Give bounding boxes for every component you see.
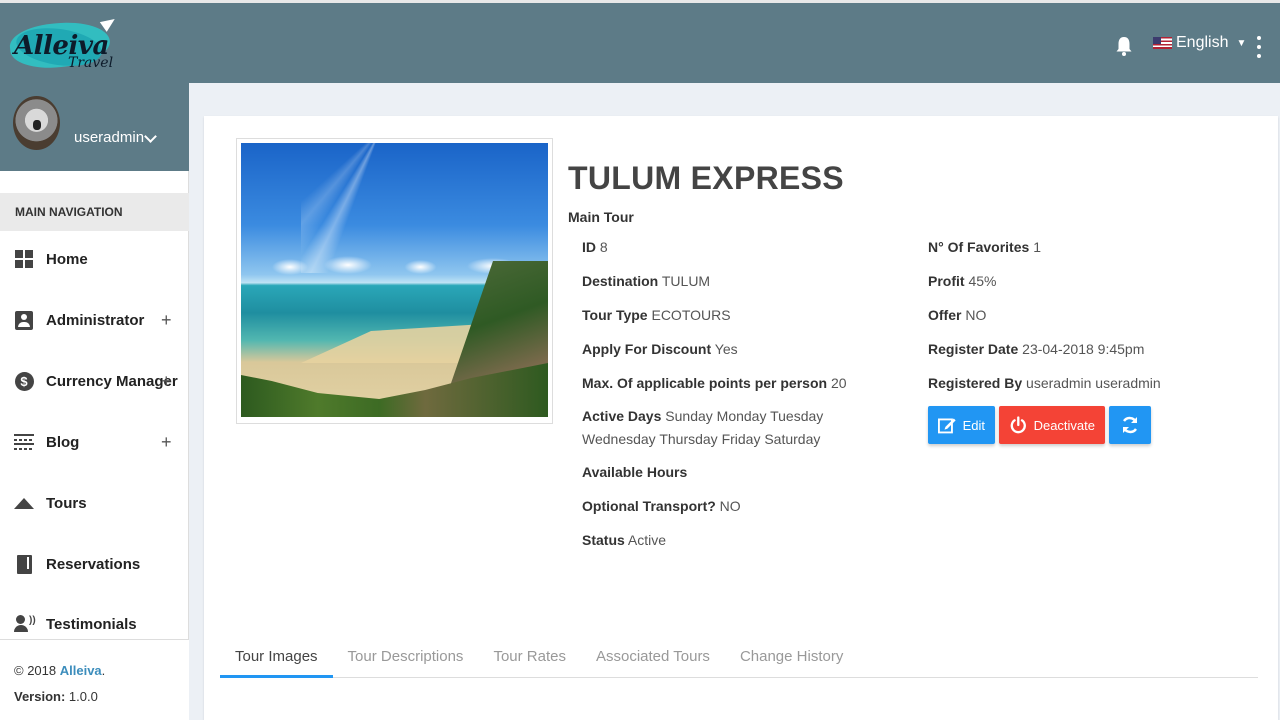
field-destination: Destination TULUM bbox=[582, 273, 711, 289]
tab-change-history[interactable]: Change History bbox=[725, 636, 858, 678]
version-label: Version: bbox=[14, 689, 66, 704]
testimonials-icon: )) bbox=[14, 614, 36, 634]
caret-down-icon: ▼ bbox=[1236, 37, 1247, 49]
tab-tour-rates[interactable]: Tour Rates bbox=[478, 636, 581, 678]
refresh-icon bbox=[1122, 416, 1138, 434]
field-max-points: Max. Of applicable points per person 20 bbox=[582, 375, 847, 391]
language-selector[interactable]: English ▼ bbox=[1153, 34, 1246, 52]
bell-icon[interactable] bbox=[1115, 36, 1133, 56]
field-offer: Offer NO bbox=[928, 307, 987, 323]
action-buttons: Edit Deactivate bbox=[928, 406, 1151, 444]
chevron-down-icon[interactable] bbox=[144, 130, 157, 143]
tour-photo bbox=[241, 143, 548, 417]
field-profit: Profit 45% bbox=[928, 273, 997, 289]
field-id: ID 8 bbox=[582, 239, 608, 255]
copyright-dot: . bbox=[101, 663, 106, 678]
tour-title: TULUM EXPRESS bbox=[568, 160, 844, 196]
sidebar-item-reservations[interactable]: Reservations bbox=[0, 544, 189, 584]
edit-icon bbox=[938, 418, 956, 434]
sidebar-item-label: Home bbox=[46, 250, 88, 268]
sidebar-item-testimonials[interactable]: )) Testimonials bbox=[0, 604, 189, 644]
admin-icon bbox=[14, 310, 34, 330]
field-available-hours: Available Hours bbox=[582, 464, 688, 480]
power-icon bbox=[1010, 416, 1026, 434]
currency-icon: $ bbox=[14, 371, 34, 391]
reservations-icon bbox=[14, 554, 34, 574]
tour-detail-card: TULUM EXPRESS Main Tour ID 8 Destination… bbox=[204, 116, 1278, 720]
tour-subtitle: Main Tour bbox=[568, 209, 634, 225]
sidebar-item-blog[interactable]: Blog + bbox=[0, 422, 189, 462]
tab-tour-descriptions[interactable]: Tour Descriptions bbox=[333, 636, 479, 678]
sidebar-item-administrator[interactable]: Administrator + bbox=[0, 300, 189, 340]
deactivate-button[interactable]: Deactivate bbox=[999, 406, 1105, 444]
field-status: Status Active bbox=[582, 532, 667, 548]
version-line: Version: 1.0.0 bbox=[14, 684, 175, 710]
sidebar-footer: © 2018 Alleiva. Version: 1.0.0 bbox=[0, 639, 189, 720]
field-registered-by: Registered By useradmin useradmin bbox=[928, 375, 1161, 391]
copyright-text: © 2018 bbox=[14, 663, 57, 678]
edit-label: Edit bbox=[962, 417, 985, 433]
field-register-date: Register Date 23-04-2018 9:45pm bbox=[928, 341, 1145, 357]
username: useradmin bbox=[74, 129, 145, 146]
home-icon bbox=[14, 249, 34, 269]
tab-associated-tours[interactable]: Associated Tours bbox=[581, 636, 725, 678]
user-panel[interactable]: useradmin bbox=[0, 83, 189, 171]
expand-plus-icon[interactable]: + bbox=[161, 432, 172, 453]
logo-sub: Travel bbox=[68, 55, 114, 71]
copyright-line: © 2018 Alleiva. bbox=[14, 658, 175, 684]
more-vert-icon[interactable] bbox=[1255, 36, 1263, 58]
refresh-button[interactable] bbox=[1109, 406, 1151, 444]
sidebar-item-label: Tours bbox=[46, 494, 87, 512]
sidebar-item-label: Reservations bbox=[46, 555, 141, 573]
deactivate-label: Deactivate bbox=[1033, 417, 1095, 433]
blog-icon bbox=[14, 432, 34, 452]
field-apply-discount: Apply For Discount Yes bbox=[582, 341, 738, 357]
field-tour-type: Tour Type ECOTOURS bbox=[582, 307, 731, 323]
sidebar-item-label: Administrator bbox=[46, 311, 145, 329]
sidebar-item-label: Blog bbox=[46, 433, 80, 451]
field-optional-transport: Optional Transport? NO bbox=[582, 498, 741, 514]
sidebar-item-home[interactable]: Home bbox=[0, 239, 189, 279]
tours-icon bbox=[14, 493, 34, 513]
sidebar: useradmin MAIN NAVIGATION Home Administr… bbox=[0, 83, 189, 720]
tour-photo-frame bbox=[236, 138, 553, 424]
expand-plus-icon[interactable]: + bbox=[161, 371, 172, 392]
top-header: Alleiva Travel English ▼ bbox=[0, 0, 1280, 83]
us-flag-icon bbox=[1153, 37, 1172, 49]
field-active-days: Active Days Sunday Monday Tuesday Wednes… bbox=[582, 408, 824, 447]
sidebar-item-label: Testimonials bbox=[46, 615, 137, 633]
version-value: 1.0.0 bbox=[68, 689, 98, 704]
brand-link[interactable]: Alleiva bbox=[60, 663, 102, 678]
nav-header: MAIN NAVIGATION bbox=[0, 193, 189, 231]
avatar bbox=[13, 96, 60, 150]
language-label: English bbox=[1176, 34, 1229, 51]
field-favorites: N° Of Favorites 1 bbox=[928, 239, 1041, 255]
edit-button[interactable]: Edit bbox=[928, 406, 995, 444]
sidebar-item-currency-manager[interactable]: $ Currency Manager + bbox=[0, 361, 189, 401]
sidebar-item-tours[interactable]: Tours bbox=[0, 483, 189, 523]
tab-tour-images[interactable]: Tour Images bbox=[220, 636, 333, 678]
sidebar-item-label: Currency Manager bbox=[46, 372, 178, 390]
expand-plus-icon[interactable]: + bbox=[161, 310, 172, 331]
alleiva-logo[interactable]: Alleiva Travel bbox=[7, 14, 120, 77]
tour-tabs: Tour Images Tour Descriptions Tour Rates… bbox=[220, 636, 1258, 678]
